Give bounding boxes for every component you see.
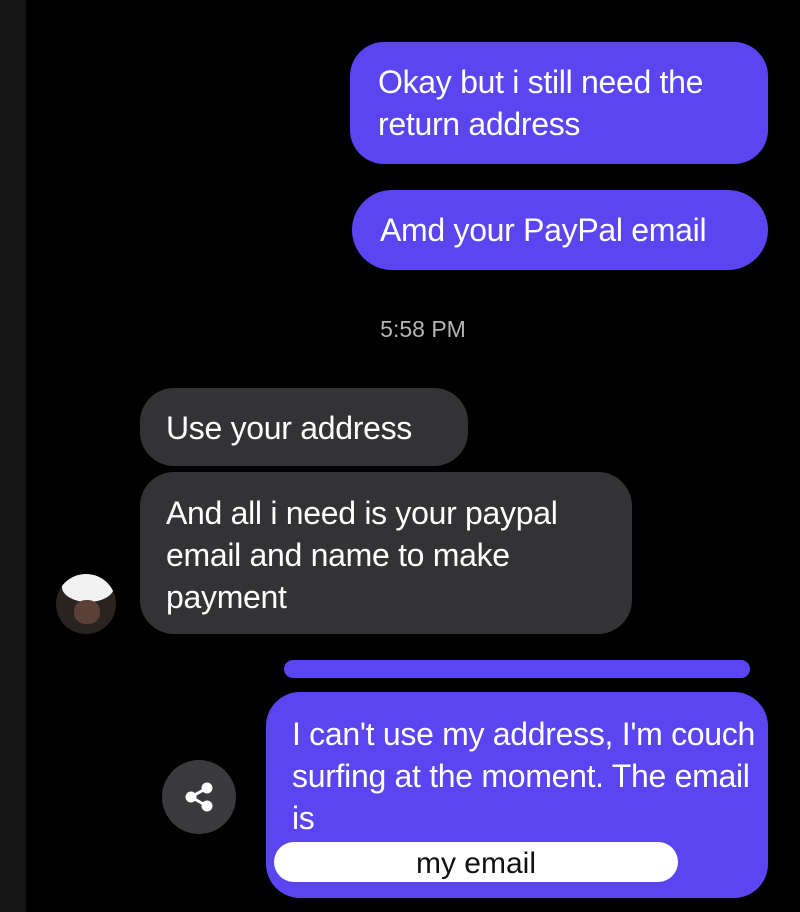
- redaction-overlay: my email: [274, 842, 678, 882]
- message-text: Okay but i still need the return address: [378, 64, 704, 142]
- message-text: I can't use my address, I'm couch surfin…: [292, 716, 755, 836]
- received-message-2[interactable]: And all i need is your paypal email and …: [140, 472, 632, 634]
- share-button[interactable]: [162, 760, 236, 834]
- message-text: And all i need is your paypal email and …: [166, 495, 558, 615]
- message-timestamp: 5:58 PM: [380, 316, 466, 342]
- share-icon: [185, 782, 213, 812]
- sent-message-2[interactable]: Amd your PayPal email: [352, 190, 768, 270]
- partial-message-bubble: [284, 660, 750, 678]
- contact-avatar[interactable]: [56, 574, 116, 634]
- screen-edge: [0, 0, 26, 912]
- sent-message-1[interactable]: Okay but i still need the return address: [350, 42, 768, 164]
- avatar-face: [74, 600, 100, 624]
- message-text: Amd your PayPal email: [380, 212, 707, 248]
- avatar-hat: [62, 574, 114, 602]
- message-text: Use your address: [166, 410, 412, 446]
- received-message-1[interactable]: Use your address: [140, 388, 468, 466]
